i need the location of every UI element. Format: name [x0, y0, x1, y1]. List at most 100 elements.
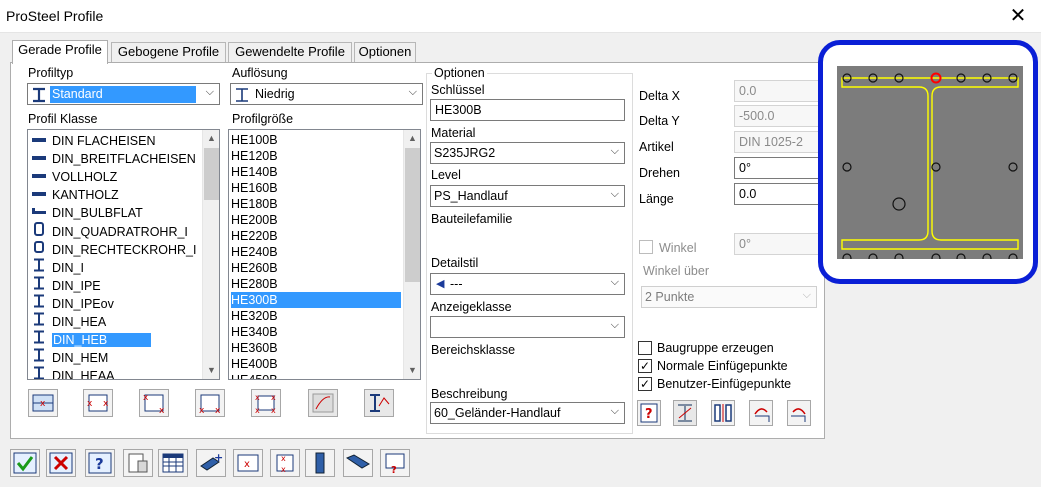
profil-klasse-item[interactable]: DIN_RECHTECKROHR_I — [30, 240, 196, 258]
scroll-down-icon[interactable]: ▼ — [203, 362, 219, 379]
laenge-label: Länge — [639, 192, 674, 206]
profil-klasse-list[interactable]: DIN FLACHEISEN DIN_BREITFLACHEISEN VOLLHOL… — [27, 129, 220, 380]
profil-klasse-item[interactable]: KANTHOLZ — [30, 186, 119, 204]
scroll-up-icon[interactable]: ▲ — [404, 130, 420, 147]
profilgroesse-item[interactable]: HE320B — [231, 308, 401, 324]
svg-text:x: x — [159, 406, 165, 414]
table-button[interactable] — [158, 449, 188, 477]
insert-points-button[interactable]: xx — [270, 449, 300, 477]
profiltyp-select[interactable]: Standard ⌵ — [27, 83, 220, 105]
baugruppe-checkbox[interactable] — [638, 341, 652, 355]
profilgroesse-list[interactable]: HE100B HE120B HE140B HE160B HE180B HE200B HE22… — [228, 129, 421, 380]
drehen-input[interactable]: 0° — [734, 157, 820, 179]
scroll-thumb[interactable] — [405, 148, 420, 282]
profilgroesse-item[interactable]: HE300B — [231, 292, 401, 308]
insert-corner-button[interactable]: xx — [139, 389, 169, 417]
profil-klasse-item[interactable]: DIN_BREITFLACHEISEN — [30, 150, 196, 168]
profilgroesse-item[interactable]: HE240B — [231, 244, 401, 260]
i-beam-icon — [30, 258, 47, 277]
profil-klasse-item[interactable]: DIN_HEAA — [30, 366, 115, 380]
artikel-label: Artikel — [639, 140, 674, 154]
profilgroesse-item[interactable]: HE220B — [231, 228, 401, 244]
profil-klasse-item[interactable]: DIN_QUADRATROHR_I — [30, 222, 188, 240]
rotate-point-button[interactable] — [673, 400, 697, 426]
profilgroesse-item[interactable]: HE100B — [231, 132, 401, 148]
help-button[interactable]: ? — [85, 449, 115, 477]
laenge-input[interactable]: 0.0 — [734, 183, 820, 205]
svg-text:x: x — [40, 399, 46, 409]
cancel-button[interactable] — [46, 449, 76, 477]
profilgroesse-item[interactable]: HE400B — [231, 356, 401, 372]
profilgroesse-item[interactable]: HE280B — [231, 276, 401, 292]
profil-klasse-item[interactable]: DIN_HEA — [30, 312, 106, 330]
document-button[interactable] — [123, 449, 153, 477]
profilgroesse-scrollbar[interactable]: ▲ ▼ — [403, 130, 420, 379]
tab-optionen[interactable]: Optionen — [354, 42, 416, 63]
insert-edge-button[interactable]: xx — [195, 389, 225, 417]
profilgroesse-item[interactable]: HE140B — [231, 164, 401, 180]
insert-all-points-button[interactable]: xxxx — [251, 389, 281, 417]
profil-klasse-item[interactable]: DIN_BULBFLAT — [30, 204, 143, 222]
profilgroesse-item[interactable]: HE180B — [231, 196, 401, 212]
profilgroesse-item[interactable]: HE200B — [231, 212, 401, 228]
winkel-checkbox[interactable] — [639, 240, 653, 254]
profilgroesse-item[interactable]: HE360B — [231, 340, 401, 356]
tab-gerade-profile[interactable]: Gerade Profile — [12, 40, 108, 64]
profil-klasse-item[interactable]: VOLLHOLZ — [30, 168, 117, 186]
profilgroesse-item[interactable]: HE120B — [231, 148, 401, 164]
level-value: PS_Handlauf — [434, 189, 508, 203]
bauteilefamilie-label: Bauteilefamilie — [431, 212, 513, 226]
baugruppe-label: Baugruppe erzeugen — [657, 341, 774, 355]
scroll-down-icon[interactable]: ▼ — [404, 362, 420, 379]
ok-button[interactable] — [10, 449, 40, 477]
material-select[interactable]: S235JRG2 ⌵ — [430, 142, 625, 164]
column-button[interactable] — [305, 449, 335, 477]
profilgroesse-item[interactable]: HE260B — [231, 260, 401, 276]
profil-klasse-item[interactable]: DIN_HEB — [30, 330, 152, 348]
profil-klasse-item[interactable]: DIN_HEM — [30, 348, 108, 366]
delta-x-input[interactable]: 0.0 — [734, 80, 820, 102]
level-select[interactable]: PS_Handlauf ⌵ — [430, 185, 625, 207]
insert-center-button[interactable]: x — [28, 389, 58, 417]
help-point-button[interactable]: ? — [637, 400, 661, 426]
winkel-input[interactable]: 0° — [734, 233, 820, 255]
tab-gebogene-profile[interactable]: Gebogene Profile — [111, 42, 226, 63]
scroll-up-icon[interactable]: ▲ — [203, 130, 219, 147]
profilgroesse-item[interactable]: HE160B — [231, 180, 401, 196]
normale-checkbox[interactable]: ✓ — [638, 359, 652, 373]
curve-button[interactable] — [308, 389, 338, 417]
winkel-ueber-select[interactable]: 2 Punkte ⌵ — [641, 286, 817, 308]
profile-graph-button[interactable] — [364, 389, 394, 417]
insert-point-button[interactable]: x — [233, 449, 263, 477]
tab-gewendelte-profile[interactable]: Gewendelte Profile — [228, 42, 352, 63]
profil-klasse-item[interactable]: DIN_I — [30, 258, 84, 276]
benutzer-checkbox[interactable]: ✓ — [638, 377, 652, 391]
profile-info-button[interactable]: ? — [380, 449, 410, 477]
profil-klasse-item-label: DIN_QUADRATROHR_I — [52, 225, 188, 239]
aufloesung-select[interactable]: Niedrig ⌵ — [230, 83, 423, 105]
delta-x-label: Delta X — [639, 89, 680, 103]
scroll-thumb[interactable] — [204, 148, 219, 200]
rotate-left-button[interactable] — [749, 400, 773, 426]
delta-y-input[interactable]: -500.0 — [734, 105, 820, 127]
profil-klasse-item[interactable]: DIN_IPE — [30, 276, 101, 294]
flat-bar-icon — [30, 168, 47, 186]
profilgroesse-item[interactable]: HE340B — [231, 324, 401, 340]
add-profile-button[interactable]: + — [196, 449, 226, 477]
schluessel-input[interactable]: HE300B — [430, 99, 625, 121]
mirror-button[interactable] — [711, 400, 735, 426]
rotate-right-button[interactable] — [787, 400, 811, 426]
anzeigeklasse-select[interactable]: ⌵ — [430, 316, 625, 338]
insert-side-button[interactable]: xx — [83, 389, 113, 417]
beam-button[interactable] — [343, 449, 373, 477]
profile-preview-canvas[interactable] — [837, 66, 1023, 263]
artikel-input[interactable]: DIN 1025-2 — [734, 131, 820, 153]
profil-klasse-item[interactable]: DIN_IPEov — [30, 294, 114, 312]
profil-klasse-item[interactable]: DIN FLACHEISEN — [30, 132, 156, 150]
profil-klasse-scrollbar[interactable]: ▲ ▼ — [202, 130, 219, 379]
beschreibung-select[interactable]: 60_Geländer-Handlauf ⌵ — [430, 402, 625, 424]
profil-klasse-item-label: DIN_HEAA — [52, 369, 115, 380]
close-button[interactable]: ✕ — [1007, 4, 1029, 28]
profilgroesse-item[interactable]: HE450B — [231, 372, 401, 379]
detailstil-select[interactable]: ◀ --- ⌵ — [430, 273, 625, 295]
